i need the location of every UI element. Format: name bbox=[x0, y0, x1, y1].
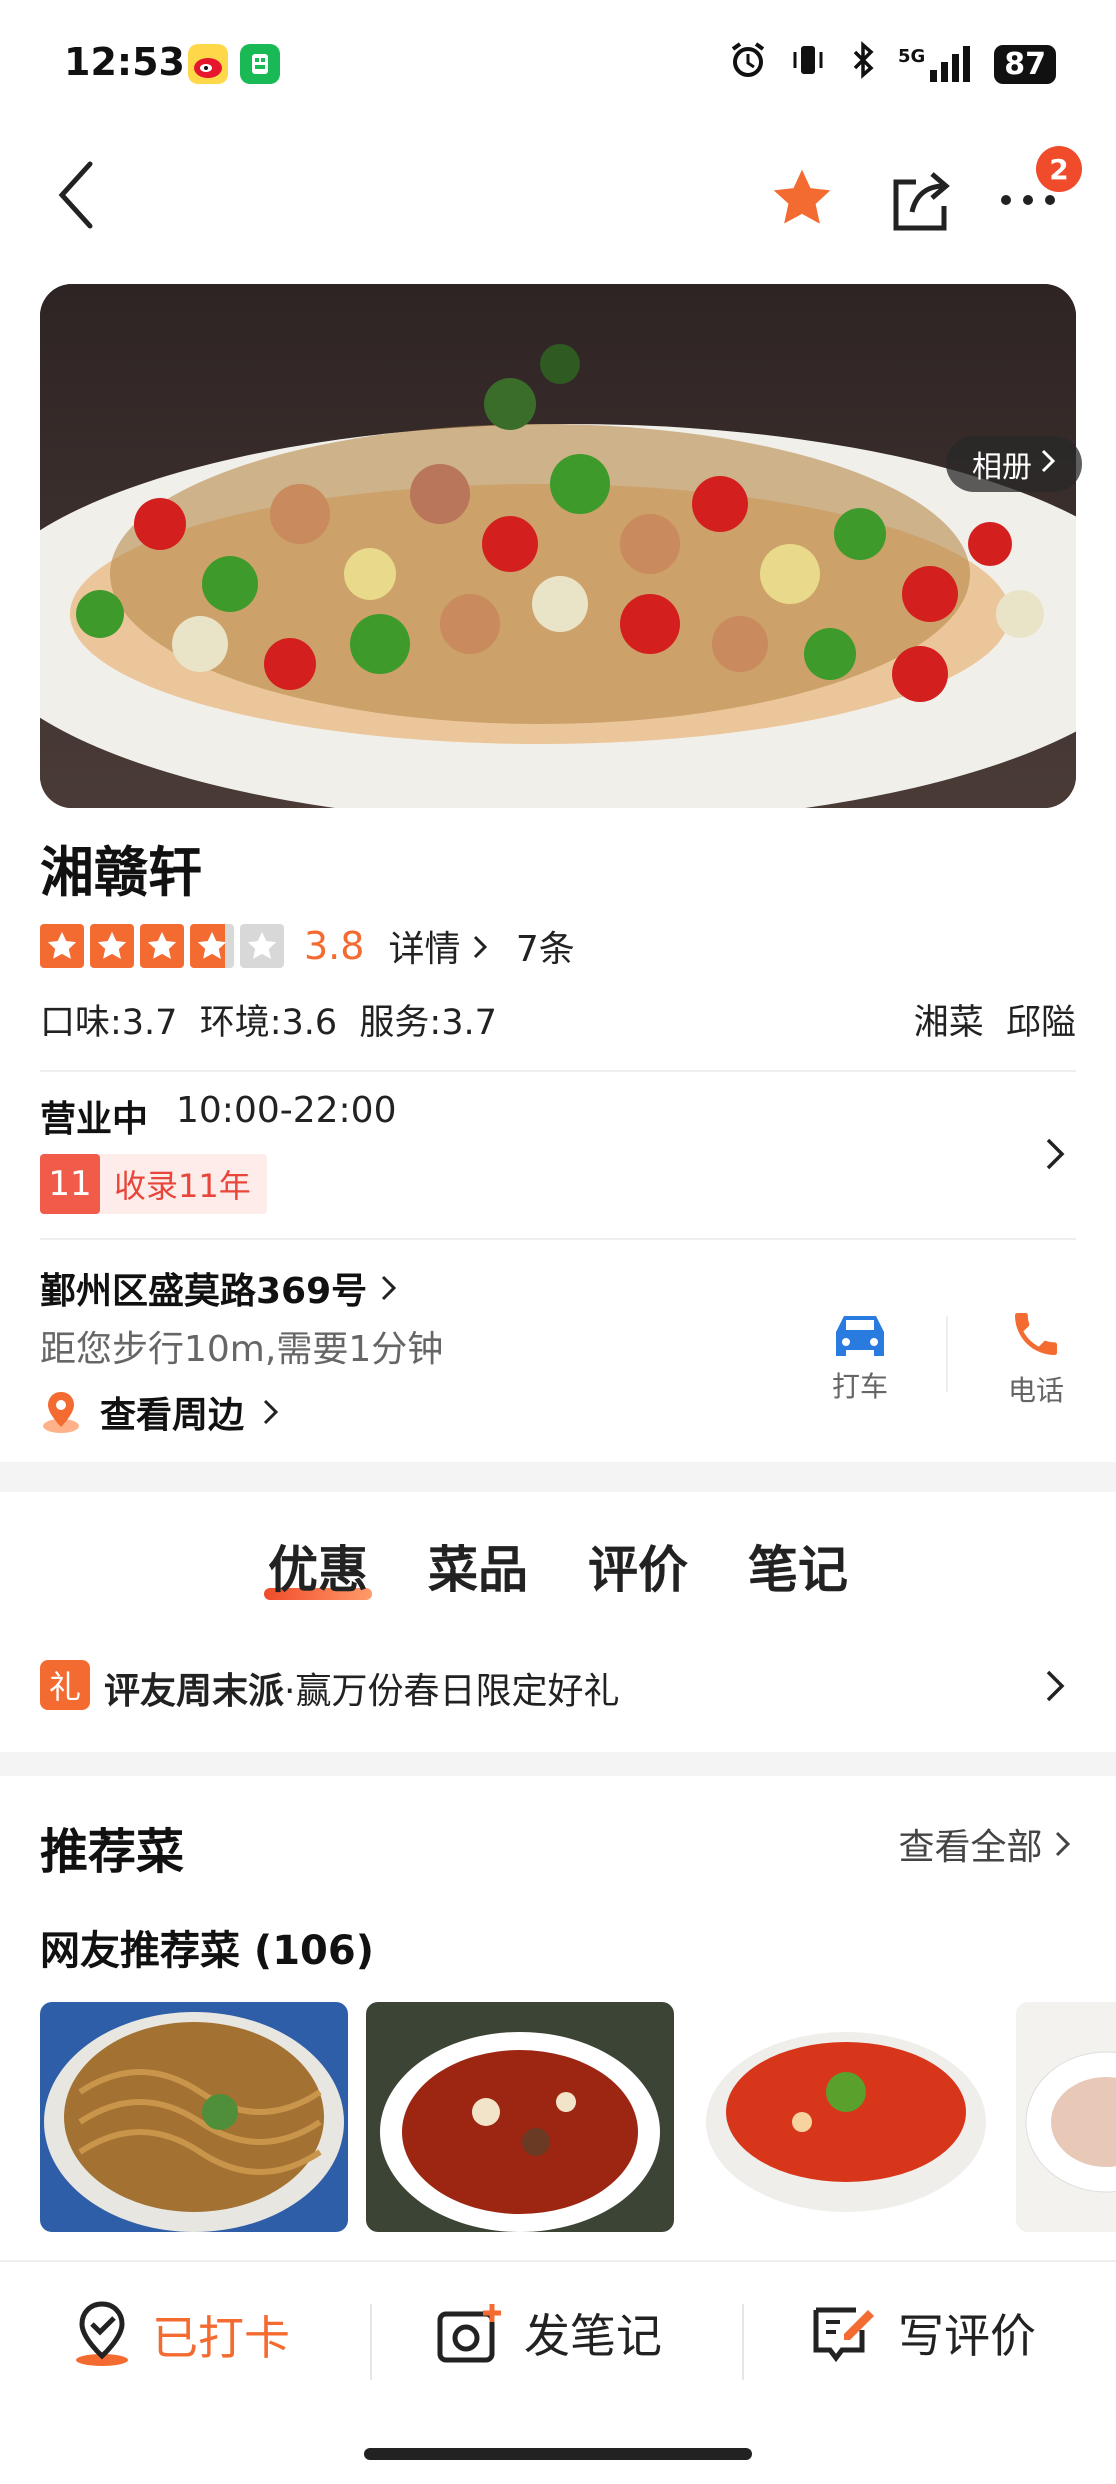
notification-badge: 2 bbox=[1036, 146, 1082, 192]
dish-photo bbox=[40, 284, 1076, 808]
vibrate-icon bbox=[788, 40, 828, 88]
dish-thumbnail[interactable] bbox=[366, 2002, 674, 2232]
chevron-right-icon bbox=[1055, 1831, 1071, 1857]
car-icon bbox=[836, 1316, 884, 1356]
phone-label: 电话 bbox=[1007, 1374, 1064, 1407]
checkin-icon bbox=[76, 2301, 128, 2366]
rating-star-empty-icon bbox=[240, 924, 284, 968]
recommend-subtitle: 网友推荐菜 (106) bbox=[40, 1928, 374, 1974]
nearby-label: 查看周边 bbox=[100, 1395, 245, 1436]
divider bbox=[40, 1238, 1076, 1240]
nearby-link[interactable]: 查看周边 bbox=[40, 1386, 280, 1438]
rating-star-icon bbox=[90, 924, 134, 968]
rating-row[interactable]: 3.8 详情 7条 bbox=[40, 920, 575, 972]
view-all-label: 查看全部 bbox=[898, 1827, 1043, 1868]
chevron-right-icon bbox=[1040, 447, 1056, 482]
phone-icon bbox=[1015, 1313, 1057, 1355]
home-indicator[interactable] bbox=[364, 2448, 752, 2460]
album-button[interactable]: 相册 bbox=[946, 436, 1082, 492]
promo-banner[interactable]: 评友周末派·赢万份春日限定好礼 bbox=[104, 1662, 619, 1714]
rating-star-half-icon bbox=[190, 924, 234, 968]
chevron-right-icon bbox=[381, 1275, 396, 1301]
section-gap bbox=[0, 1462, 1116, 1492]
promo-chevron[interactable] bbox=[1044, 1666, 1066, 1710]
separator bbox=[742, 2304, 744, 2380]
tab-dishes[interactable]: 菜品 bbox=[428, 1530, 528, 1602]
tab-deals[interactable]: 优惠 bbox=[264, 1530, 372, 1602]
write-review-icon bbox=[813, 2307, 874, 2363]
status-icons: 5G 87 bbox=[728, 40, 1056, 88]
content-tabs: 优惠 菜品 评价 笔记 bbox=[0, 1530, 1116, 1602]
status-bar: 12:53 5G 87 bbox=[0, 0, 1116, 130]
separator bbox=[370, 2304, 372, 2380]
gift-icon: 礼 bbox=[40, 1660, 90, 1710]
category-tags: 湘菜 邱隘 bbox=[913, 1003, 1076, 1043]
years-text: 收录11年 bbox=[114, 1167, 251, 1205]
more-dots-icon bbox=[1001, 195, 1055, 205]
taxi-label: 打车 bbox=[831, 1370, 888, 1403]
share-button[interactable] bbox=[888, 164, 954, 238]
open-status: 营业中 bbox=[40, 1099, 149, 1140]
detail-label: 详情 bbox=[388, 929, 461, 970]
weibo-app-icon bbox=[188, 44, 228, 84]
star-icon bbox=[773, 169, 831, 224]
chevron-right-icon bbox=[263, 1399, 279, 1425]
recommend-title: 推荐菜 bbox=[40, 1824, 185, 1880]
write-review-label: 写评价 bbox=[898, 2309, 1036, 2363]
years-badge: 11 收录11年 bbox=[40, 1154, 267, 1214]
post-note-label: 发笔记 bbox=[524, 2309, 662, 2363]
sub-scores: 口味:3.7 环境:3.6 服务:3.7 bbox=[40, 1003, 497, 1043]
taxi-button[interactable]: 打车 bbox=[818, 1310, 902, 1405]
review-count: 7条 bbox=[515, 929, 575, 970]
address-link[interactable]: 鄞州区盛莫路369号 bbox=[40, 1262, 398, 1314]
restaurant-name: 湘赣轩 bbox=[40, 841, 202, 904]
chevron-left-icon bbox=[58, 161, 93, 229]
write-review-button[interactable]: 写评价 bbox=[810, 2300, 1036, 2366]
hero-photo[interactable] bbox=[40, 284, 1076, 808]
post-note-button[interactable]: 发笔记 bbox=[436, 2300, 662, 2366]
back-button[interactable] bbox=[56, 160, 96, 234]
album-label: 相册 bbox=[972, 450, 1032, 485]
checked-in-label: 已打卡 bbox=[152, 2311, 290, 2365]
more-button[interactable] bbox=[1000, 190, 1060, 214]
section-gap bbox=[0, 1752, 1116, 1776]
wechat-app-icon bbox=[240, 44, 280, 84]
rating-star-icon bbox=[140, 924, 184, 968]
cellular-signal-icon: 5G bbox=[898, 46, 974, 82]
promo-text: ·赢万份春日限定好礼 bbox=[284, 1671, 620, 1712]
divider bbox=[40, 1070, 1076, 1072]
hours-detail-button[interactable] bbox=[1044, 1134, 1066, 1178]
favorite-button[interactable] bbox=[768, 164, 836, 236]
promo-title: 评友周末派 bbox=[104, 1671, 285, 1712]
chevron-right-icon bbox=[1046, 1670, 1065, 1702]
camera-plus-icon bbox=[437, 2304, 501, 2363]
rating-detail-link[interactable]: 详情 bbox=[388, 920, 488, 972]
rating-score: 3.8 bbox=[304, 924, 365, 968]
phone-button[interactable]: 电话 bbox=[994, 1306, 1078, 1409]
open-hours: 10:00-22:00 bbox=[176, 1090, 397, 1131]
walking-distance: 距您步行10m,需要1分钟 bbox=[40, 1329, 444, 1370]
tab-notes[interactable]: 笔记 bbox=[748, 1530, 848, 1602]
chevron-right-icon bbox=[1046, 1138, 1065, 1170]
network-type: 5G bbox=[897, 46, 926, 67]
dish-thumbnail[interactable] bbox=[692, 2002, 1000, 2232]
top-nav bbox=[0, 150, 1116, 250]
view-all-link[interactable]: 查看全部 bbox=[899, 1818, 1072, 1870]
share-icon bbox=[893, 172, 950, 231]
status-time: 12:53 bbox=[64, 40, 185, 84]
action-separator bbox=[946, 1316, 948, 1392]
years-number: 11 bbox=[40, 1154, 100, 1214]
chevron-right-icon bbox=[473, 935, 488, 959]
address-text: 鄞州区盛莫路369号 bbox=[40, 1271, 368, 1312]
tab-reviews[interactable]: 评价 bbox=[588, 1530, 688, 1602]
rating-star-icon bbox=[40, 924, 84, 968]
dish-thumbnail[interactable] bbox=[40, 2002, 348, 2232]
bluetooth-icon bbox=[848, 40, 878, 88]
alarm-icon bbox=[728, 40, 768, 88]
battery-indicator: 87 bbox=[994, 44, 1056, 84]
dish-thumbnail[interactable] bbox=[1016, 2002, 1116, 2232]
checked-in-button[interactable]: 已打卡 bbox=[70, 2300, 290, 2370]
location-pin-icon bbox=[43, 1392, 79, 1433]
